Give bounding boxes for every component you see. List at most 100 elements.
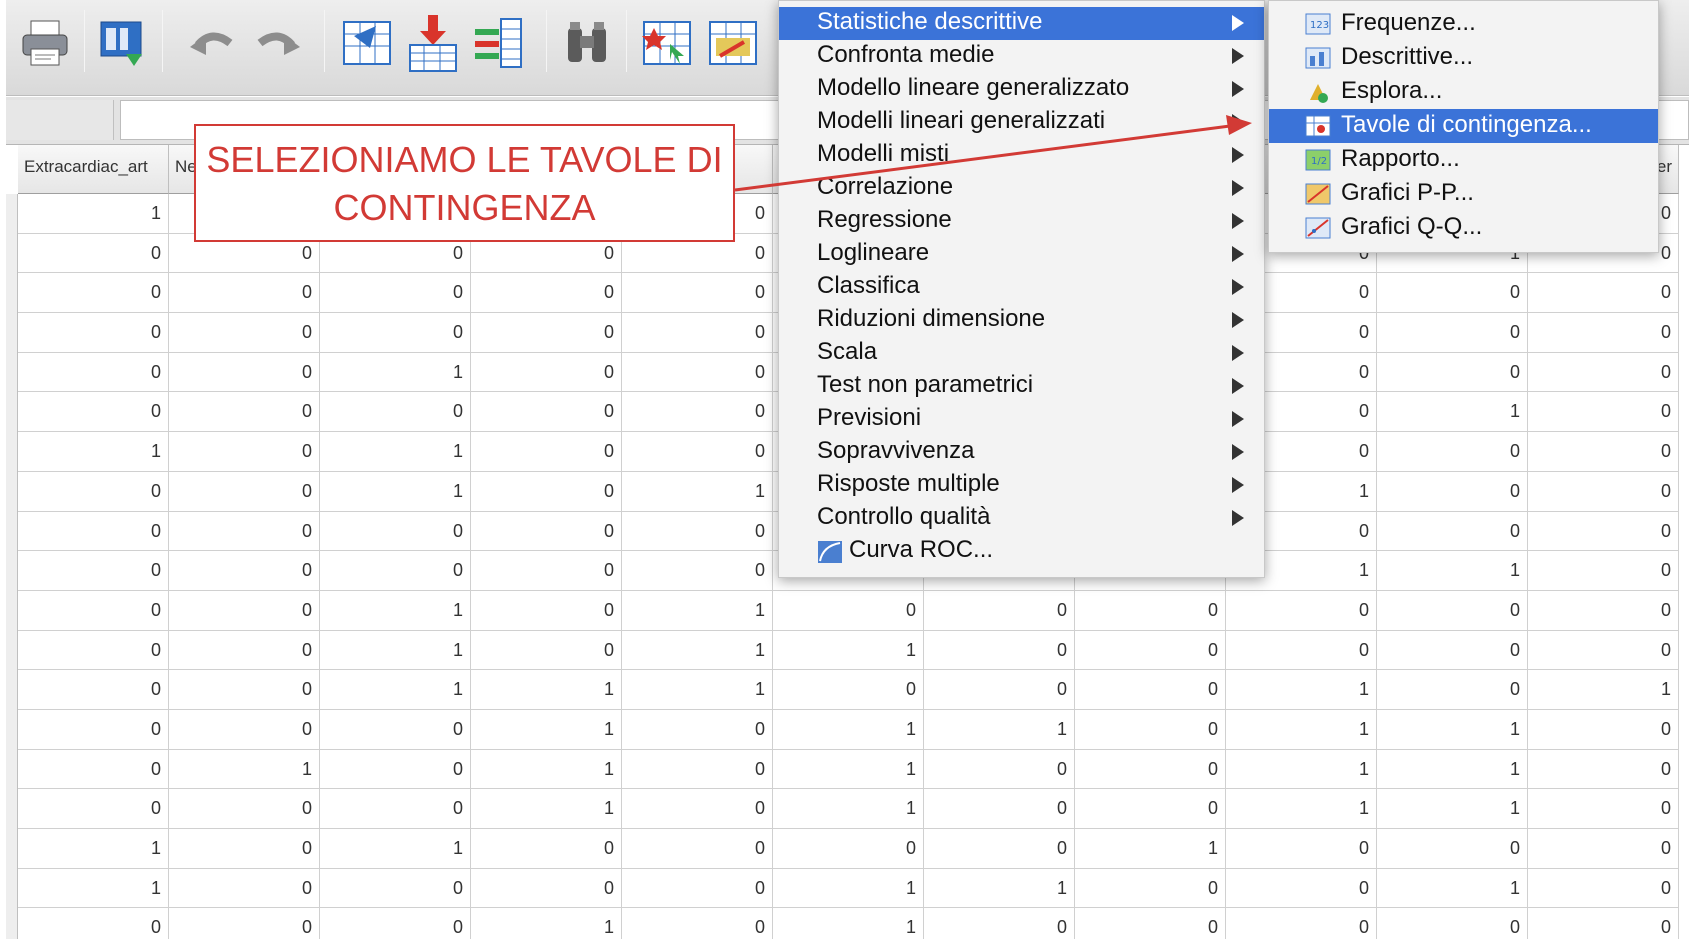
select-cases-icon[interactable] bbox=[702, 8, 764, 78]
table-cell[interactable]: 1 bbox=[18, 432, 169, 472]
submenu-item[interactable]: Grafici Q-Q... bbox=[1269, 211, 1658, 245]
table-cell[interactable]: 0 bbox=[471, 471, 622, 512]
table-cell[interactable]: 0 bbox=[169, 590, 320, 631]
insert-variable-icon[interactable] bbox=[468, 8, 530, 78]
split-file-icon[interactable] bbox=[636, 8, 698, 78]
table-cell[interactable]: 0 bbox=[1377, 829, 1528, 869]
table-cell[interactable]: 0 bbox=[169, 352, 320, 393]
submenu-item[interactable]: Tavole di contingenza... bbox=[1269, 109, 1658, 143]
table-cell[interactable]: 0 bbox=[1528, 868, 1679, 909]
table-cell[interactable]: 0 bbox=[1075, 908, 1226, 939]
table-cell[interactable]: 1 bbox=[169, 749, 320, 790]
table-cell[interactable]: 0 bbox=[1377, 511, 1528, 552]
table-cell[interactable]: 0 bbox=[622, 789, 773, 829]
table-cell[interactable]: 0 bbox=[471, 829, 622, 869]
table-cell[interactable]: 0 bbox=[471, 313, 622, 353]
table-cell[interactable]: 0 bbox=[622, 551, 773, 591]
table-cell[interactable]: 0 bbox=[471, 511, 622, 552]
table-cell[interactable]: 0 bbox=[773, 829, 924, 869]
table-cell[interactable]: 0 bbox=[622, 908, 773, 939]
table-cell[interactable]: 0 bbox=[622, 511, 773, 552]
table-cell[interactable]: 0 bbox=[1528, 749, 1679, 790]
table-cell[interactable]: 1 bbox=[320, 670, 471, 710]
table-cell[interactable]: 0 bbox=[1377, 313, 1528, 353]
table-cell[interactable]: 0 bbox=[18, 273, 169, 314]
table-cell[interactable]: 0 bbox=[1528, 789, 1679, 829]
table-cell[interactable]: 0 bbox=[622, 352, 773, 393]
table-cell[interactable]: 0 bbox=[18, 233, 169, 274]
table-cell[interactable]: 1 bbox=[773, 789, 924, 829]
table-cell[interactable]: 1 bbox=[1226, 670, 1377, 710]
table-cell[interactable]: 0 bbox=[320, 551, 471, 591]
table-cell[interactable]: 1 bbox=[1226, 749, 1377, 790]
table-cell[interactable]: 0 bbox=[622, 392, 773, 433]
table-cell[interactable]: 1 bbox=[1226, 709, 1377, 750]
table-cell[interactable]: 0 bbox=[320, 511, 471, 552]
table-cell[interactable]: 0 bbox=[924, 590, 1075, 631]
table-cell[interactable]: 1 bbox=[1377, 749, 1528, 790]
table-cell[interactable]: 0 bbox=[169, 670, 320, 710]
table-cell[interactable]: 0 bbox=[924, 749, 1075, 790]
find-icon[interactable] bbox=[556, 8, 618, 78]
table-cell[interactable]: 0 bbox=[169, 551, 320, 591]
table-cell[interactable]: 1 bbox=[622, 670, 773, 710]
table-cell[interactable]: 1 bbox=[1528, 670, 1679, 710]
table-cell[interactable]: 1 bbox=[1377, 868, 1528, 909]
table-cell[interactable]: 1 bbox=[18, 829, 169, 869]
table-cell[interactable]: 0 bbox=[18, 392, 169, 433]
table-cell[interactable]: 1 bbox=[18, 194, 169, 234]
table-cell[interactable]: 1 bbox=[622, 471, 773, 512]
table-cell[interactable]: 0 bbox=[1226, 630, 1377, 671]
table-cell[interactable]: 0 bbox=[1075, 709, 1226, 750]
table-cell[interactable]: 0 bbox=[18, 908, 169, 939]
table-cell[interactable]: 1 bbox=[773, 630, 924, 671]
menu-item[interactable]: Modello lineare generalizzato bbox=[779, 73, 1264, 106]
table-cell[interactable]: 0 bbox=[1528, 829, 1679, 869]
table-cell[interactable]: 0 bbox=[471, 273, 622, 314]
table-cell[interactable]: 0 bbox=[1377, 630, 1528, 671]
table-cell[interactable]: 0 bbox=[924, 789, 1075, 829]
table-cell[interactable]: 0 bbox=[1377, 432, 1528, 472]
table-cell[interactable]: 0 bbox=[471, 868, 622, 909]
table-cell[interactable]: 0 bbox=[1528, 392, 1679, 433]
table-cell[interactable]: 1 bbox=[773, 709, 924, 750]
table-cell[interactable]: 0 bbox=[1528, 590, 1679, 631]
table-cell[interactable]: 0 bbox=[169, 789, 320, 829]
table-cell[interactable]: 0 bbox=[924, 829, 1075, 869]
table-cell[interactable]: 0 bbox=[320, 749, 471, 790]
table-cell[interactable]: 1 bbox=[320, 590, 471, 631]
table-cell[interactable]: 0 bbox=[18, 709, 169, 750]
submenu-item[interactable]: Grafici P-P... bbox=[1269, 177, 1658, 211]
table-cell[interactable]: 0 bbox=[18, 749, 169, 790]
menu-item[interactable]: Regressione bbox=[779, 205, 1264, 238]
menu-item[interactable]: Scala bbox=[779, 337, 1264, 370]
table-cell[interactable]: 1 bbox=[773, 908, 924, 939]
table-cell[interactable]: 0 bbox=[773, 590, 924, 631]
table-cell[interactable]: 0 bbox=[1377, 590, 1528, 631]
table-cell[interactable]: 1 bbox=[773, 749, 924, 790]
table-cell[interactable]: 0 bbox=[169, 630, 320, 671]
table-cell[interactable]: 0 bbox=[18, 670, 169, 710]
table-cell[interactable]: 0 bbox=[773, 670, 924, 710]
table-cell[interactable]: 1 bbox=[622, 630, 773, 671]
menu-item[interactable]: Loglineare bbox=[779, 238, 1264, 271]
menu-item[interactable]: Previsioni bbox=[779, 403, 1264, 436]
print-icon[interactable] bbox=[14, 8, 76, 78]
table-cell[interactable]: 0 bbox=[622, 709, 773, 750]
table-cell[interactable]: 1 bbox=[773, 868, 924, 909]
table-cell[interactable]: 1 bbox=[924, 868, 1075, 909]
submenu-item[interactable]: Esplora... bbox=[1269, 75, 1658, 109]
menu-item[interactable]: Riduzioni dimensione bbox=[779, 304, 1264, 337]
table-cell[interactable]: 0 bbox=[924, 670, 1075, 710]
insert-cases-icon[interactable] bbox=[402, 8, 464, 78]
table-cell[interactable]: 0 bbox=[471, 630, 622, 671]
table-cell[interactable]: 0 bbox=[1528, 313, 1679, 353]
submenu-item[interactable]: 1/2 Rapporto... bbox=[1269, 143, 1658, 177]
table-cell[interactable]: 0 bbox=[169, 392, 320, 433]
table-cell[interactable]: 0 bbox=[622, 749, 773, 790]
table-cell[interactable]: 0 bbox=[1528, 352, 1679, 393]
table-cell[interactable]: 0 bbox=[169, 829, 320, 869]
menu-item[interactable]: Correlazione bbox=[779, 172, 1264, 205]
table-cell[interactable]: 1 bbox=[471, 908, 622, 939]
table-cell[interactable]: 1 bbox=[320, 829, 471, 869]
